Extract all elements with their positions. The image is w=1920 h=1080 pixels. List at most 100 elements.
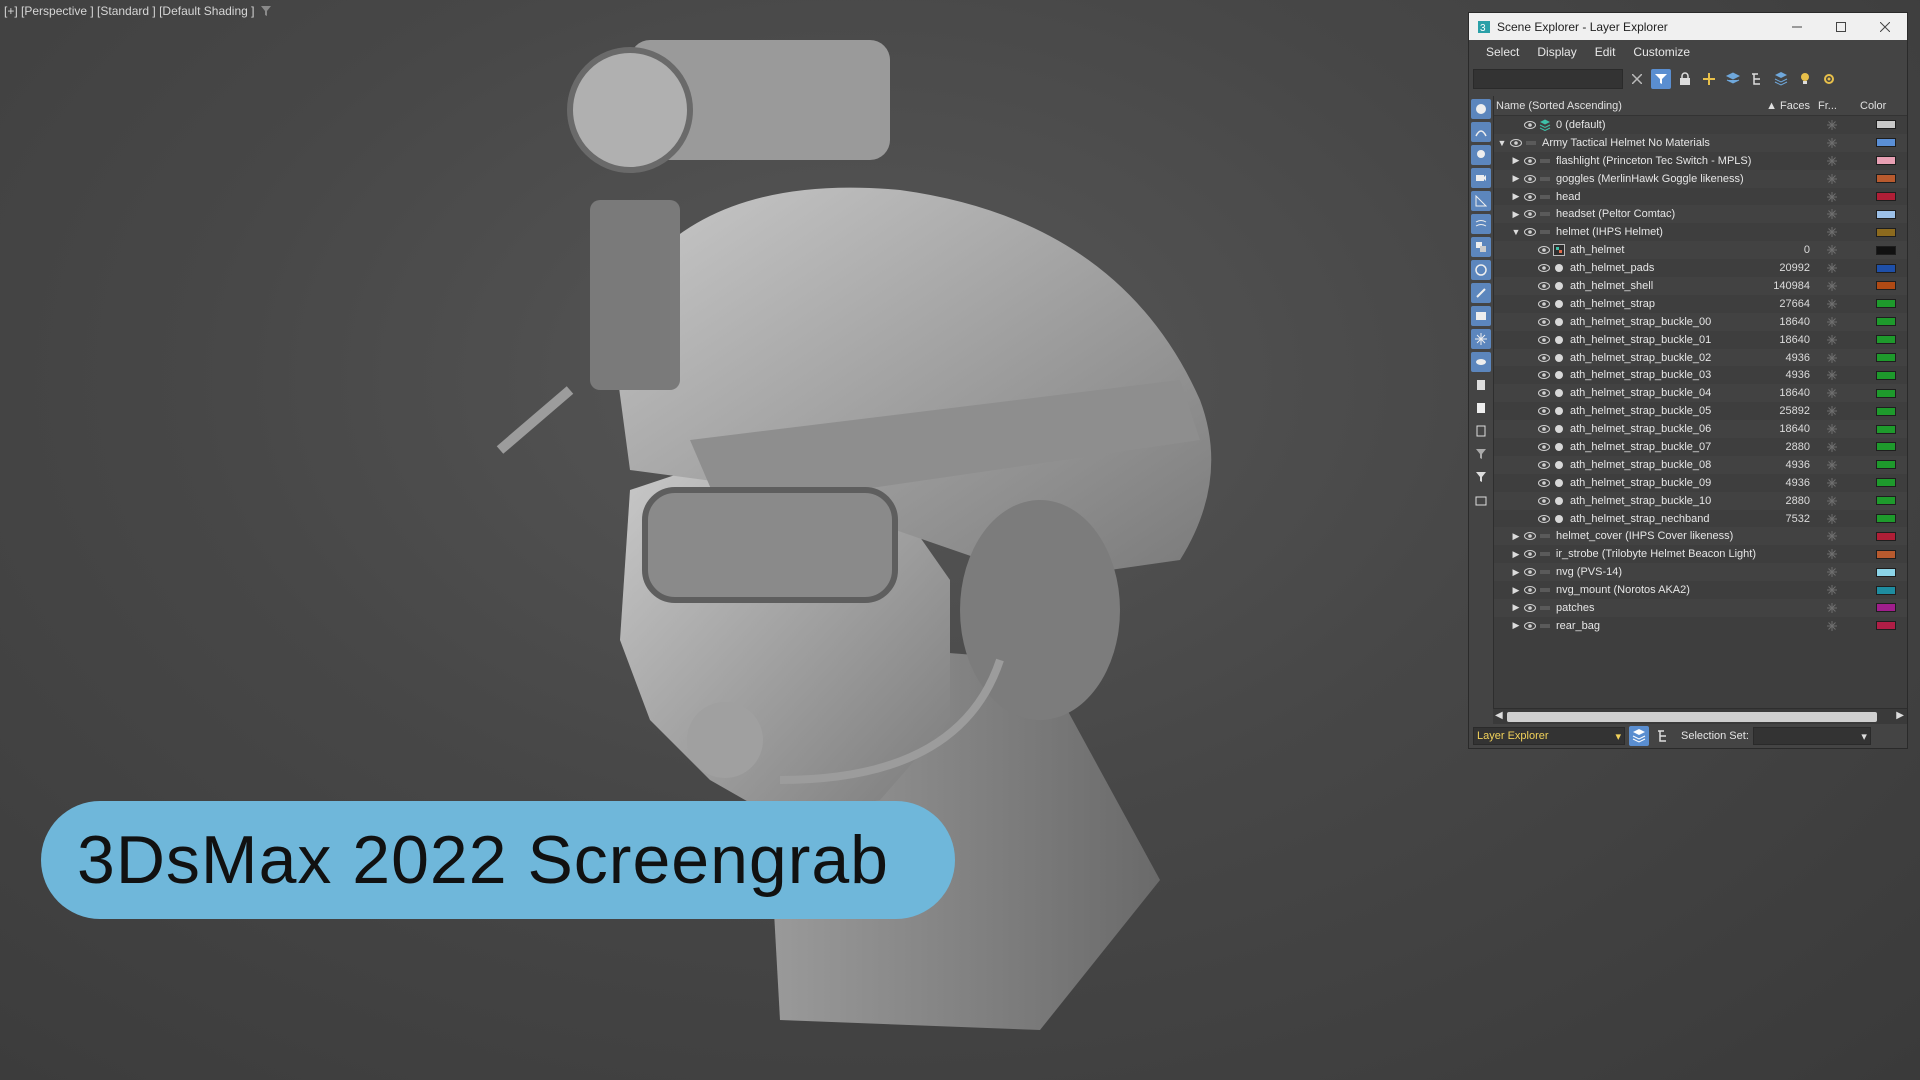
freeze-snowflake-icon[interactable] [1814,245,1850,256]
color-swatch[interactable] [1876,442,1896,452]
layer-row[interactable]: ath_helmet_strap_nechband 7532 [1494,510,1907,528]
hierarchy-button[interactable] [1747,69,1767,89]
visibility-eye-icon[interactable] [1536,299,1552,309]
visibility-eye-icon[interactable] [1522,549,1538,559]
viewport-label-text[interactable]: [+] [Perspective ] [Standard ] [Default … [4,4,254,18]
column-faces-header[interactable]: ▲ Faces [1756,100,1814,112]
freeze-snowflake-icon[interactable] [1814,209,1850,220]
layer-row[interactable]: 0 (default) [1494,116,1907,134]
freeze-snowflake-icon[interactable] [1814,137,1850,148]
highlight-button[interactable] [1795,69,1815,89]
scrollbar-thumb[interactable] [1507,712,1877,722]
collapsed-arrow-icon[interactable]: ▶ [1510,585,1522,596]
freeze-snowflake-icon[interactable] [1814,191,1850,202]
layer-row[interactable]: ath_helmet_strap_buckle_06 18640 [1494,420,1907,439]
minimize-button[interactable] [1775,13,1819,40]
add-to-layer-button[interactable] [1723,69,1743,89]
color-swatch[interactable] [1876,227,1896,237]
color-swatch[interactable] [1876,478,1896,488]
freeze-snowflake-icon[interactable] [1814,513,1850,524]
viewport-label[interactable]: [+] [Perspective ] [Standard ] [Default … [4,4,272,18]
freeze-snowflake-icon[interactable] [1814,352,1850,363]
freeze-snowflake-icon[interactable] [1814,388,1850,399]
visibility-eye-icon[interactable] [1536,263,1552,273]
layer-row[interactable]: ▶ head [1494,188,1907,206]
visibility-eye-icon[interactable] [1536,496,1552,506]
freeze-snowflake-icon[interactable] [1814,549,1850,560]
visibility-eye-icon[interactable] [1522,174,1538,184]
color-swatch[interactable] [1876,370,1896,380]
color-swatch[interactable] [1876,138,1896,148]
collapsed-arrow-icon[interactable]: ▶ [1510,620,1522,631]
display-groups-button[interactable] [1471,237,1491,257]
layer-row[interactable]: ath_helmet_strap_buckle_10 2880 [1494,491,1907,510]
freeze-snowflake-icon[interactable] [1814,316,1850,327]
color-swatch[interactable] [1876,120,1896,130]
display-spacewarps-button[interactable] [1471,214,1491,234]
color-swatch[interactable] [1876,585,1896,595]
freeze-snowflake-icon[interactable] [1814,119,1850,130]
color-swatch[interactable] [1876,245,1896,255]
display-invert-button[interactable] [1471,421,1491,441]
visibility-eye-icon[interactable] [1522,621,1538,631]
layer-row[interactable]: ath_helmet_strap_buckle_08 4936 [1494,455,1907,474]
filter-toggle-button[interactable] [1651,69,1671,89]
freeze-snowflake-icon[interactable] [1814,620,1850,631]
layer-row[interactable]: ▶ flashlight (Princeton Tec Switch - MPLS… [1494,152,1907,170]
visibility-eye-icon[interactable] [1522,585,1538,595]
color-swatch[interactable] [1876,353,1896,363]
visibility-eye-icon[interactable] [1536,370,1552,380]
create-layer-button[interactable] [1699,69,1719,89]
hierarchy-mode-button[interactable] [1653,726,1673,746]
visibility-eye-icon[interactable] [1522,531,1538,541]
column-frozen-header[interactable]: Fr... [1814,100,1850,112]
freeze-snowflake-icon[interactable] [1814,531,1850,542]
layer-row[interactable]: ▶ helmet_cover (IHPS Cover likeness) [1494,527,1907,546]
color-swatch[interactable] [1876,406,1896,416]
freeze-snowflake-icon[interactable] [1814,441,1850,452]
lock-button[interactable] [1675,69,1695,89]
filter-button[interactable] [1471,467,1491,487]
window-titlebar[interactable]: 3 Scene Explorer - Layer Explorer [1469,13,1907,40]
layer-row[interactable]: ath_helmet_pads 20992 [1494,259,1907,277]
layer-row[interactable]: ▶ headset (Peltor Comtac) [1494,205,1907,224]
freeze-snowflake-icon[interactable] [1814,263,1850,274]
layer-row[interactable]: ▼ helmet (IHPS Helmet) [1494,223,1907,241]
visibility-eye-icon[interactable] [1536,460,1552,470]
freeze-snowflake-icon[interactable] [1814,173,1850,184]
visibility-eye-icon[interactable] [1536,514,1552,524]
visibility-eye-icon[interactable] [1536,406,1552,416]
visibility-eye-icon[interactable] [1522,603,1538,613]
color-swatch[interactable] [1876,514,1896,524]
layer-row[interactable]: ▼ Army Tactical Helmet No Materials [1494,133,1907,152]
visibility-eye-icon[interactable] [1522,156,1538,166]
menu-display[interactable]: Display [1528,45,1585,59]
layer-row[interactable]: ath_helmet_strap_buckle_00 18640 [1494,312,1907,331]
collapsed-arrow-icon[interactable]: ▶ [1510,173,1522,184]
maximize-button[interactable] [1819,13,1863,40]
color-swatch[interactable] [1876,460,1896,470]
settings-button[interactable] [1819,69,1839,89]
explorer-type-select[interactable]: Layer Explorer ▾ [1473,727,1625,745]
freeze-snowflake-icon[interactable] [1814,424,1850,435]
color-swatch[interactable] [1876,174,1896,184]
color-swatch[interactable] [1876,263,1896,273]
menu-edit[interactable]: Edit [1586,45,1625,59]
color-swatch[interactable] [1876,531,1896,541]
layer-row[interactable]: ▶ goggles (MerlinHawk Goggle likeness) [1494,169,1907,188]
visibility-eye-icon[interactable] [1522,120,1538,130]
layer-row[interactable]: ath_helmet_strap 27664 [1494,295,1907,313]
freeze-snowflake-icon[interactable] [1814,406,1850,417]
layer-row[interactable]: ath_helmet_shell 140984 [1494,277,1907,295]
freeze-snowflake-icon[interactable] [1814,370,1850,381]
close-button[interactable] [1863,13,1907,40]
menu-customize[interactable]: Customize [1624,45,1699,59]
color-swatch[interactable] [1876,192,1896,201]
visibility-eye-icon[interactable] [1536,478,1552,488]
visibility-eye-icon[interactable] [1536,442,1552,452]
display-none-button[interactable] [1471,398,1491,418]
visibility-eye-icon[interactable] [1536,353,1552,363]
color-swatch[interactable] [1876,496,1896,506]
collapsed-arrow-icon[interactable]: ▶ [1510,531,1522,542]
display-cameras-button[interactable] [1471,168,1491,188]
